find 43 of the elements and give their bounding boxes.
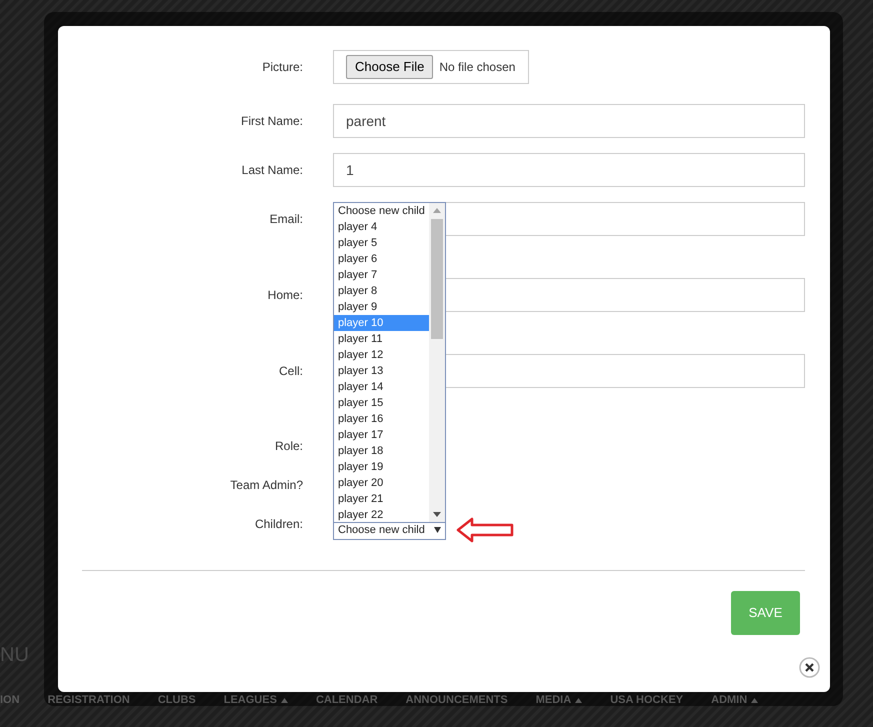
dropdown-option[interactable]: Choose new child (334, 203, 429, 219)
caret-icon (280, 698, 288, 703)
choose-file-button[interactable]: Choose File (346, 55, 434, 79)
dropdown-option[interactable]: player 13 (334, 363, 429, 379)
dropdown-option[interactable]: player 7 (334, 267, 429, 283)
dropdown-option[interactable]: player 9 (334, 299, 429, 315)
dropdown-option[interactable]: player 19 (334, 459, 429, 475)
dropdown-option[interactable]: player 15 (334, 395, 429, 411)
dropdown-option[interactable]: player 5 (334, 235, 429, 251)
dropdown-option[interactable]: player 22 (334, 507, 429, 522)
dropdown-option[interactable]: player 17 (334, 427, 429, 443)
dropdown-option[interactable]: player 16 (334, 411, 429, 427)
close-icon[interactable] (799, 657, 820, 678)
caret-icon (751, 698, 758, 703)
text-input[interactable]: parent (333, 104, 805, 138)
text-input[interactable]: 1 (333, 153, 805, 187)
dropdown-option[interactable]: player 18 (334, 443, 429, 459)
caret-icon (575, 698, 582, 703)
dropdown-option[interactable]: player 12 (334, 347, 429, 363)
field-label: Role: (274, 438, 303, 455)
field-label: Cell: (278, 363, 303, 380)
field-label: Last Name: (240, 162, 303, 179)
file-status: No file chosen (439, 59, 516, 76)
field-label: Email: (268, 211, 303, 228)
dropdown-option[interactable]: player 20 (334, 475, 429, 491)
field-label: Home: (266, 287, 303, 304)
field-label: Picture: (261, 59, 303, 76)
arrow-icon (456, 517, 514, 543)
scroll-down-icon[interactable] (433, 512, 441, 517)
field-label: First Name: (240, 113, 303, 130)
dropdown-arrow-icon (434, 527, 441, 533)
dropdown-option[interactable]: player 4 (334, 219, 429, 235)
scrollbar[interactable] (429, 203, 445, 522)
dropdown-option[interactable]: player 11 (334, 331, 429, 347)
field-label: Children: (254, 516, 303, 533)
file-input[interactable]: Choose File No file chosen (333, 50, 529, 84)
dropdown-option[interactable]: player 14 (334, 379, 429, 395)
dropdown-option[interactable]: player 6 (334, 251, 429, 267)
scroll-thumb[interactable] (431, 219, 443, 339)
dropdown-option[interactable]: player 8 (334, 283, 429, 299)
dropdown-option[interactable]: player 21 (334, 491, 429, 507)
scroll-up-icon[interactable] (433, 208, 441, 213)
field-label: Team Admin? (229, 477, 303, 494)
